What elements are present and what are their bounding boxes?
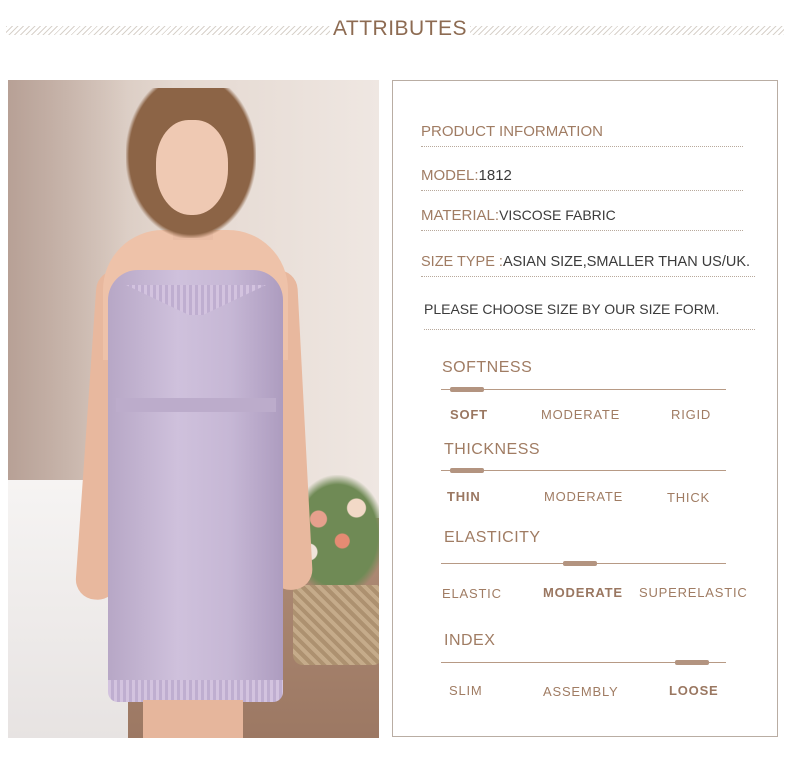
product-info-heading-text: PRODUCT INFORMATION (421, 123, 603, 140)
elasticity-option-superelastic: SUPERELASTIC (639, 585, 748, 600)
photo-dress (108, 270, 283, 700)
model-value: 1812 (478, 167, 512, 184)
page-title-text: ATTRIBUTES (329, 17, 471, 40)
index-option-slim: SLIM (449, 683, 483, 698)
thickness-option-moderate: MODERATE (544, 489, 624, 504)
photo-dress-lace-bottom (108, 680, 283, 702)
elasticity-option-moderate: MODERATE (543, 585, 623, 600)
size-note-row: PLEASE CHOOSE SIZE BY OUR SIZE FORM. (424, 301, 755, 330)
page-title: ATTRIBUTES (0, 17, 790, 41)
elasticity-marker (563, 561, 597, 566)
size-type-label: SIZE TYPE : (421, 254, 503, 270)
product-photo (8, 80, 379, 738)
thickness-marker (450, 468, 484, 473)
size-type-row: SIZE TYPE :ASIAN SIZE,SMALLER THAN US/UK… (421, 254, 755, 277)
thickness-title: THICKNESS (444, 441, 541, 458)
size-type-value: ASIAN SIZE,SMALLER THAN US/UK. (502, 254, 751, 270)
product-info-heading: PRODUCT INFORMATION (421, 123, 743, 147)
softness-option-soft: SOFT (450, 407, 488, 422)
elasticity-title: ELASTICITY (444, 529, 541, 546)
photo-legs (143, 700, 243, 738)
index-option-loose: LOOSE (669, 683, 719, 698)
thickness-option-thick: THICK (667, 490, 710, 505)
index-marker (675, 660, 709, 665)
softness-option-moderate: MODERATE (541, 407, 621, 422)
index-option-assembly: ASSEMBLY (543, 684, 619, 699)
softness-title: SOFTNESS (442, 359, 533, 376)
material-row: MATERIAL:VISCOSE FABRIC (421, 207, 743, 231)
photo-face (156, 120, 228, 215)
material-value: VISCOSE FABRIC (499, 207, 616, 223)
elasticity-option-elastic: ELASTIC (442, 586, 502, 601)
thickness-option-thin: THIN (447, 489, 481, 504)
photo-dress-waist (116, 398, 276, 412)
size-note-text: PLEASE CHOOSE SIZE BY OUR SIZE FORM. (424, 301, 720, 317)
softness-option-rigid: RIGID (671, 407, 712, 422)
softness-marker (450, 387, 484, 392)
model-row: MODEL:1812 (421, 167, 743, 191)
model-label: MODEL: (421, 167, 479, 184)
material-label: MATERIAL: (421, 207, 500, 224)
index-title: INDEX (444, 632, 496, 649)
photo-basket (293, 585, 379, 665)
